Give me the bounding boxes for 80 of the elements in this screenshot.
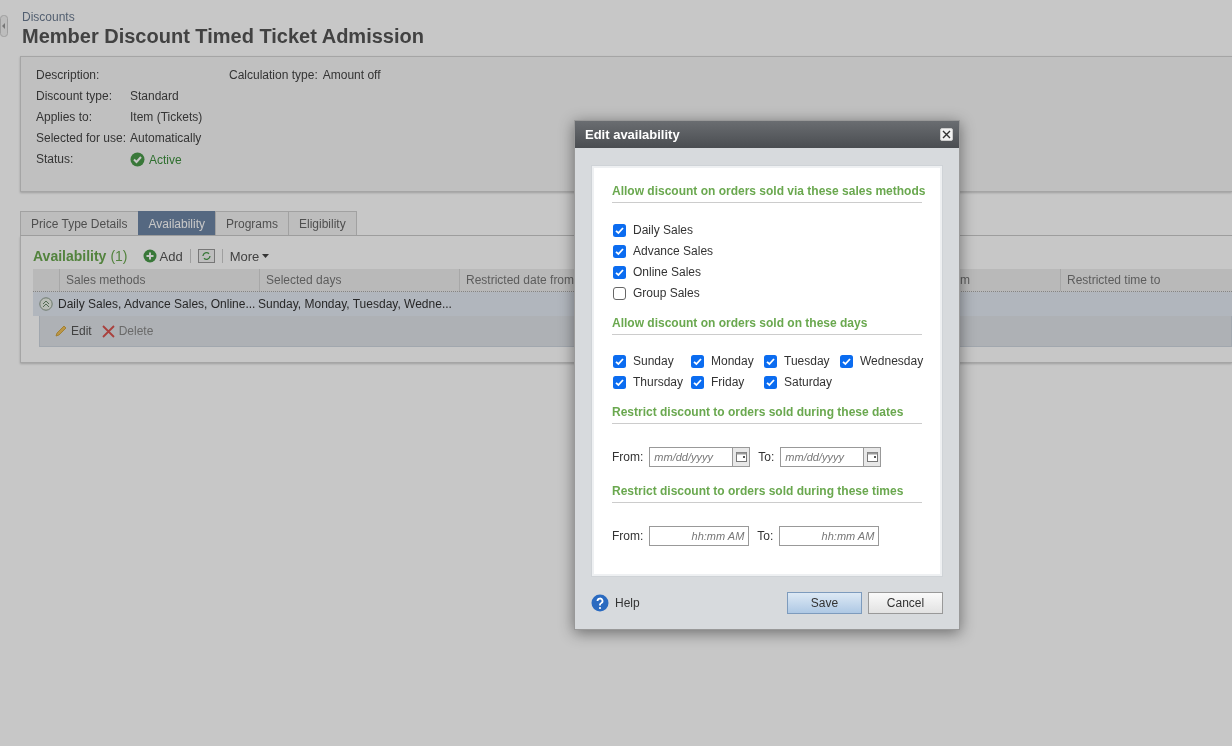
- breadcrumb-link[interactable]: Discounts: [22, 10, 1210, 24]
- column-header[interactable]: m: [960, 269, 1060, 291]
- field-value: Amount off: [322, 68, 381, 82]
- record-count: (1): [110, 248, 128, 264]
- page-title: Member Discount Timed Ticket Admission: [22, 25, 425, 48]
- pencil-icon: [54, 324, 67, 338]
- calendar-icon: [866, 452, 878, 462]
- help-icon[interactable]: [591, 594, 609, 612]
- checkbox-label[interactable]: Sunday: [633, 354, 674, 368]
- edit-button[interactable]: Edit: [54, 324, 92, 338]
- field-label: To:: [758, 450, 775, 464]
- checkbox[interactable]: [691, 375, 704, 389]
- checkbox[interactable]: [613, 244, 626, 258]
- field-label: From:: [612, 450, 644, 464]
- checkbox-label[interactable]: Advance Sales: [633, 244, 714, 258]
- refresh-icon[interactable]: [197, 249, 215, 263]
- checkbox-label[interactable]: Saturday: [784, 375, 833, 389]
- table-cell-text: Sunday, Monday, Tuesday, Wedne...: [258, 297, 453, 311]
- collapse-row-icon[interactable]: [39, 297, 53, 311]
- calendar-icon: [735, 452, 747, 462]
- date-field[interactable]: mm/dd/yyyy: [649, 447, 734, 467]
- checkbox[interactable]: [613, 223, 626, 237]
- checkbox-label[interactable]: Online Sales: [633, 265, 702, 279]
- field-label: Calculation type:: [229, 68, 318, 82]
- table-cell-text: Daily Sales, Advance Sales, Online...: [58, 297, 257, 311]
- check-circle-icon: [130, 152, 145, 167]
- field-label: Selected for use:: [36, 131, 128, 145]
- checkbox-label[interactable]: Wednesday: [860, 354, 924, 368]
- checkbox[interactable]: [613, 286, 626, 300]
- tab[interactable]: Price Type Details: [20, 211, 139, 235]
- checkbox[interactable]: [764, 354, 777, 368]
- checkbox-label[interactable]: Thursday: [633, 375, 684, 389]
- cancel-button[interactable]: Cancel: [868, 592, 943, 614]
- plus-icon: [142, 249, 157, 263]
- field-value: Standard: [130, 89, 180, 103]
- calendar-button[interactable]: [864, 447, 882, 467]
- tab[interactable]: Eligibility: [288, 211, 357, 235]
- date-field[interactable]: mm/dd/yyyy: [780, 447, 865, 467]
- help-link[interactable]: Help: [615, 596, 640, 610]
- checkbox[interactable]: [764, 375, 777, 389]
- column-header[interactable]: Sales methods: [59, 269, 259, 291]
- field-label: Status:: [36, 152, 75, 167]
- section-heading: Allow discount on orders sold on these days: [612, 316, 922, 335]
- checkbox-label[interactable]: Monday: [711, 354, 754, 368]
- field-label: Applies to:: [36, 110, 94, 124]
- close-icon: [101, 324, 115, 338]
- field-value: Automatically: [130, 131, 203, 145]
- checkbox-label[interactable]: Group Sales: [633, 286, 700, 300]
- checkbox[interactable]: [840, 354, 853, 368]
- save-button[interactable]: Save: [787, 592, 862, 614]
- checkbox-label[interactable]: Tuesday: [784, 354, 830, 368]
- tab[interactable]: Availability: [137, 211, 216, 235]
- close-button[interactable]: [940, 128, 953, 141]
- close-icon: [941, 129, 952, 140]
- status-value: Active: [130, 152, 209, 167]
- tab[interactable]: Programs: [215, 211, 289, 235]
- caret-icon: [262, 254, 270, 258]
- collapse-handle-icon[interactable]: [0, 15, 8, 37]
- field-label: From:: [612, 529, 644, 543]
- dialog-title: Edit availability: [585, 127, 680, 142]
- more-menu-button[interactable]: More: [229, 248, 270, 264]
- column-header[interactable]: Selected days: [259, 269, 459, 291]
- field-label: Discount type:: [36, 89, 114, 103]
- time-field[interactable]: hh:mm AM: [649, 526, 750, 546]
- section-heading: Restrict discount to orders sold during these times: [612, 484, 922, 503]
- calendar-button[interactable]: [733, 447, 751, 467]
- checkbox[interactable]: [691, 354, 704, 368]
- field-value: Item (Tickets): [130, 110, 204, 124]
- section-heading: Restrict discount to orders sold during these dates: [612, 405, 922, 424]
- field-label: Description:: [36, 68, 101, 82]
- checkbox[interactable]: [613, 354, 626, 368]
- column-header[interactable]: Restricted time to: [1060, 269, 1232, 291]
- checkbox[interactable]: [613, 375, 626, 389]
- time-field[interactable]: hh:mm AM: [779, 526, 880, 546]
- add-button[interactable]: Add: [142, 248, 183, 264]
- section-title: Availability: [33, 248, 107, 264]
- field-label: To:: [757, 529, 774, 543]
- checkbox[interactable]: [613, 265, 626, 279]
- checkbox-label[interactable]: Daily Sales: [633, 223, 694, 237]
- checkbox-label[interactable]: Friday: [711, 375, 745, 389]
